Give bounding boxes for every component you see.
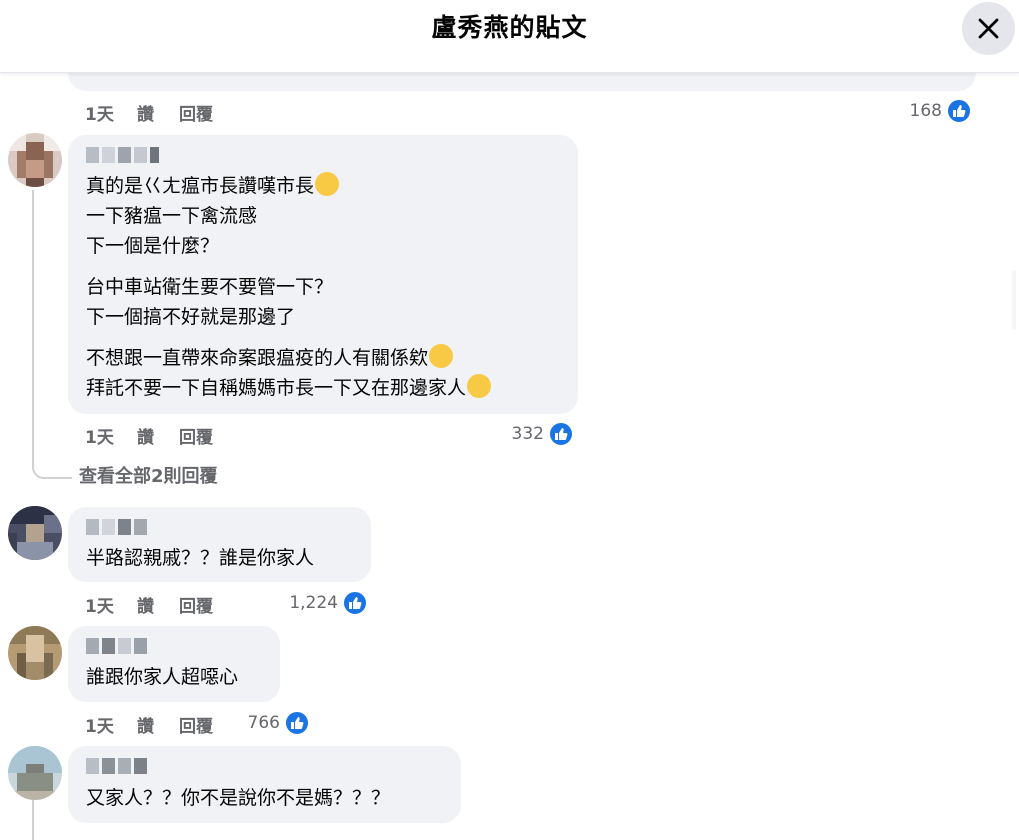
like-count-number: 1,224 [289, 593, 338, 613]
comment-text-line: 誰跟你家人超噁心 [86, 666, 239, 688]
reply-link[interactable]: 回覆 [179, 423, 213, 448]
expressionless-face-emoji-icon [467, 374, 492, 398]
comment-text-line: 半路認親戚？？誰是你家人 [86, 547, 315, 569]
like-count[interactable]: 168 [880, 98, 972, 124]
author-name[interactable] [86, 519, 147, 535]
reply-link[interactable]: 回覆 [179, 592, 213, 617]
dialog-header: 盧秀燕的貼文 [0, 0, 1019, 73]
comment-time: 1天 [85, 105, 114, 125]
thumbs-up-icon [946, 98, 972, 124]
rolling-eyes-emoji-icon [315, 172, 340, 196]
view-all-replies-link[interactable]: 查看全部2則回覆 [79, 462, 218, 488]
like-count[interactable]: 1,224 [270, 590, 368, 616]
avatar[interactable] [8, 626, 62, 680]
comment-bubble: 又家人？？你不是說你不是媽？？？ [68, 746, 461, 823]
scrollbar[interactable] [1012, 270, 1016, 330]
like-link[interactable]: 讚 [137, 712, 154, 737]
like-link[interactable]: 讚 [137, 592, 154, 617]
comment-time: 1天 [85, 597, 114, 617]
avatar[interactable] [8, 133, 62, 187]
like-count-number: 766 [247, 713, 280, 733]
author-name[interactable] [86, 638, 147, 654]
comment-bubble: 半路認親戚？？誰是你家人 [68, 507, 371, 582]
like-count-number: 168 [909, 101, 942, 121]
reply-link[interactable]: 回覆 [179, 100, 213, 125]
thread-connector [32, 190, 72, 479]
like-count-number: 332 [511, 424, 544, 444]
close-icon [978, 18, 999, 39]
like-link[interactable]: 讚 [137, 423, 154, 448]
like-count[interactable]: 332 [480, 421, 574, 447]
comment-text-line: 不想跟一直帶來命案跟瘟疫的人有關係欸 [86, 343, 454, 373]
previous-comment-actions: 1天 讚 回覆 [85, 98, 985, 125]
comment-text-line: 又家人？？你不是說你不是媽？？？ [86, 787, 391, 809]
comment-bubble: 誰跟你家人超噁心 [68, 626, 280, 702]
avatar[interactable] [8, 506, 62, 560]
comment-text-line: 拜託不要一下自稱媽媽市長一下又在那邊家人 [86, 373, 492, 403]
author-name[interactable] [86, 147, 159, 163]
comment-time: 1天 [85, 428, 114, 448]
comment-time: 1天 [85, 717, 114, 737]
comment-text-line: 下一個是什麼？ [86, 235, 220, 257]
comment-text-line: 下一個搞不好就是那邊了 [86, 306, 296, 328]
thumbs-up-icon [548, 421, 574, 447]
author-name[interactable] [86, 758, 147, 774]
avatar[interactable] [8, 746, 62, 800]
thumbs-up-icon [342, 590, 368, 616]
comment-actions: 1天 讚 回覆 [85, 421, 385, 448]
weary-face-emoji-icon [429, 344, 454, 368]
like-link[interactable]: 讚 [137, 100, 154, 125]
reply-link[interactable]: 回覆 [179, 712, 213, 737]
comment-bubble: 真的是巜ㄤ瘟市長讚嘆市長 一下豬瘟一下禽流感 下一個是什麼？ 台中車站衛生要不要… [68, 135, 578, 414]
dialog-title: 盧秀燕的貼文 [431, 13, 588, 42]
close-button[interactable] [962, 2, 1015, 55]
thread-connector [32, 800, 34, 840]
like-count[interactable]: 766 [230, 710, 310, 736]
comment-text-line: 真的是巜ㄤ瘟市長讚嘆市長 [86, 171, 340, 201]
comment-actions: 1天 讚 回覆 [85, 590, 285, 617]
comment-text-line: 一下豬瘟一下禽流感 [86, 205, 258, 227]
thumbs-up-icon [284, 710, 310, 736]
comment-text-line: 台中車站衛生要不要管一下？ [86, 276, 334, 298]
